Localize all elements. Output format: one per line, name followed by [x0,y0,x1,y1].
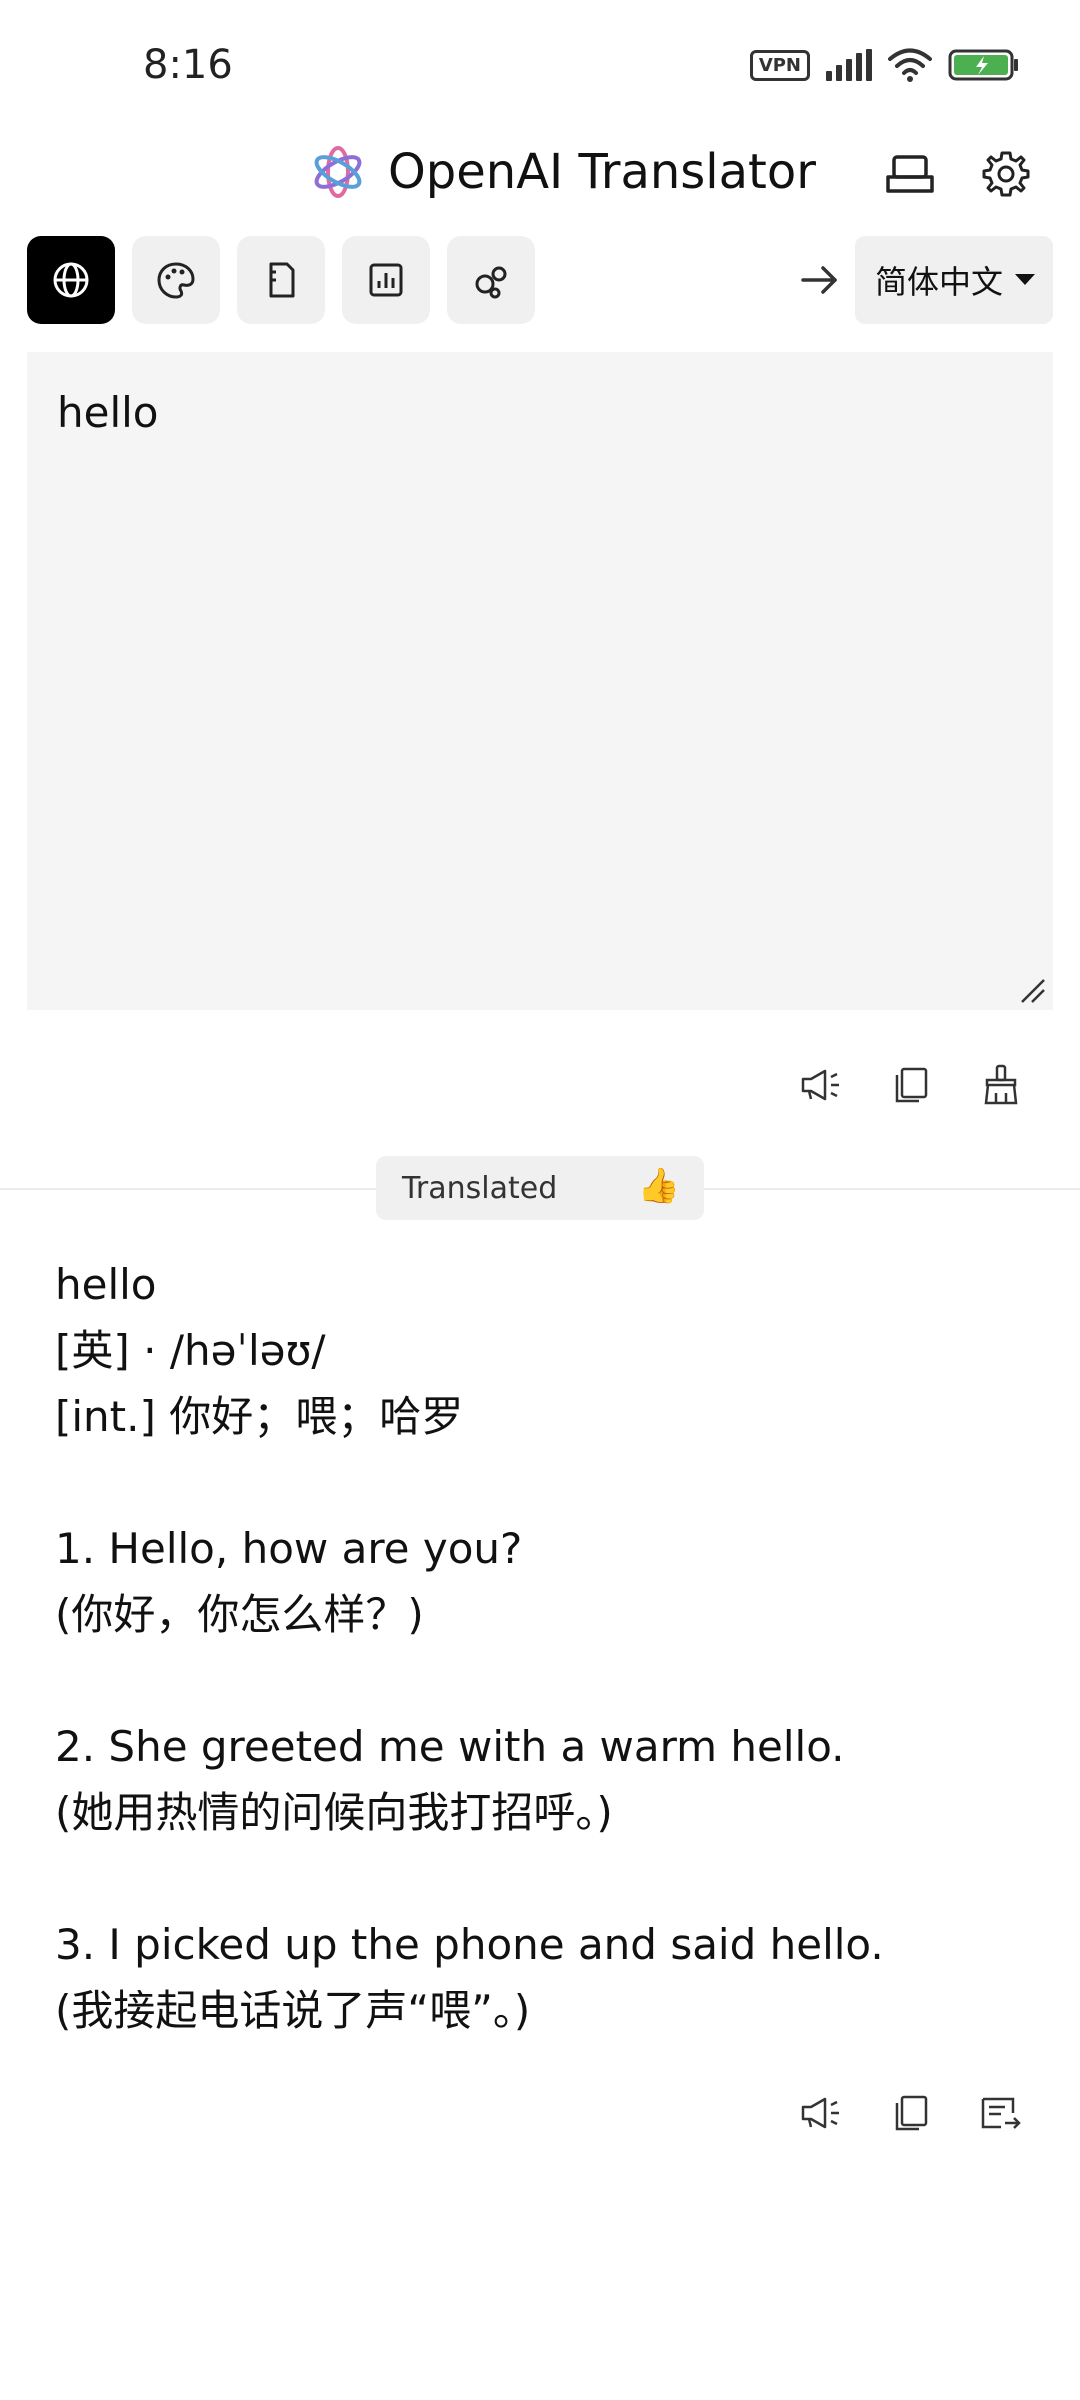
arrow-right-icon [801,266,837,294]
thumbs-up-icon: 👍 [637,1166,680,1206]
output-line: 1. Hello, how are you? [55,1524,523,1573]
chart-icon [369,263,403,297]
output-actions [794,2086,1028,2140]
copy-source-button[interactable] [884,1058,938,1112]
output-line: (你好，你怎么样？) [55,1590,424,1639]
resize-handle-icon[interactable] [1018,976,1046,1004]
output-spacer [55,1648,1035,1714]
output-line: (她用热情的问候向我打招呼。) [55,1788,613,1837]
status-icons: VPN [749,48,1020,82]
signal-icon [826,49,872,81]
speaker-icon [801,1069,839,1101]
palette-icon [157,262,195,299]
polish-mode-button[interactable] [132,236,220,324]
status-time: 8:16 [143,42,233,88]
output-line: 2. She greeted me with a warm hello. [55,1722,845,1771]
translate-mode-button[interactable] [27,236,115,324]
output-spacer [55,1846,1035,1912]
clear-input-button[interactable] [974,1058,1028,1112]
output-line: 3. I picked up the phone and said hello. [55,1920,884,1969]
target-language-label: 简体中文 [875,263,1004,301]
output-line: (我接起电话说了声“喂”。) [55,1986,531,2035]
output-spacer [55,1450,1035,1516]
source-text-input[interactable]: hello [27,352,1053,1010]
app-header: OpenAI Translator [0,130,1080,230]
history-button[interactable] [882,146,938,202]
battery-icon [948,49,1018,81]
input-actions [794,1058,1028,1112]
globe-icon [53,262,89,298]
analyze-mode-button[interactable] [342,236,430,324]
copy-icon [895,2095,928,2131]
translation-status-badge: Translated 👍 [376,1156,704,1220]
speak-source-button[interactable] [794,1058,848,1112]
gear-icon [982,151,1030,197]
broom-icon [984,1064,1018,1105]
target-language-select[interactable]: 简体中文 [855,236,1053,324]
mode-toolbar: 简体中文 [27,236,1053,324]
output-line: hello [55,1260,157,1309]
app-title: OpenAI Translator [388,144,816,200]
speaker-icon [801,2097,839,2129]
explain-mode-button[interactable] [447,236,535,324]
status-bar: 8:16 VPN [0,0,1080,130]
openai-logo-icon [308,142,368,202]
add-to-vocabulary-button[interactable] [974,2086,1028,2140]
caret-down-icon [1015,274,1035,285]
vpn-badge: VPN [749,49,810,81]
list-arrow-icon [981,2097,1021,2129]
copy-result-button[interactable] [884,2086,938,2140]
bubbles-icon [475,266,507,299]
translation-status-label: Translated [402,1170,558,1206]
wifi-icon [888,48,932,82]
output-line: [int.] 你好；喂；哈罗 [55,1392,464,1441]
summarize-mode-button[interactable] [237,236,325,324]
translation-output: hello [英] · /həˈləʊ/ [int.] 你好；喂；哈罗 1. Hell… [55,1252,1035,2044]
tray-icon [886,155,934,193]
settings-button[interactable] [978,146,1034,202]
document-icon [269,262,295,298]
speak-result-button[interactable] [794,2086,848,2140]
copy-icon [895,1067,928,1103]
output-line: [英] · /həˈləʊ/ [55,1326,326,1375]
